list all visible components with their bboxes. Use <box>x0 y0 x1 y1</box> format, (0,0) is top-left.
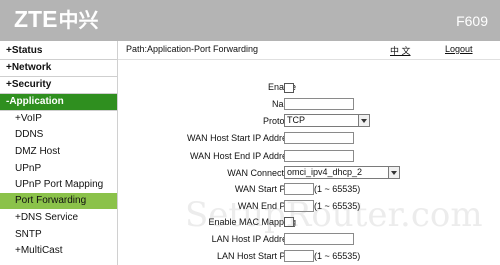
sidebar-item-sntp[interactable]: SNTP <box>0 227 117 243</box>
header-bar: ZTE中兴 F609 <box>0 0 500 41</box>
wan-connection-selected-value: omci_ipv4_dhcp_2 <box>287 167 363 177</box>
protocol-selected-value: TCP <box>287 115 305 125</box>
lan-host-start-port-input[interactable] <box>284 250 314 262</box>
lan-host-ip-input[interactable] <box>284 233 354 245</box>
sidebar-item-label: UPnP <box>15 163 42 174</box>
sidebar-item-status[interactable]: +Status <box>0 43 117 60</box>
sidebar-item-dmz-host[interactable]: DMZ Host <box>0 144 117 160</box>
wan-start-port-range-hint: (1 ~ 65535) <box>314 184 361 194</box>
wan-host-end-ip-label: WAN Host End IP Address <box>189 151 296 161</box>
language-switch-link[interactable]: 中 文 <box>390 44 411 57</box>
sidebar-item-upnp-port-mapping[interactable]: UPnP Port Mapping <box>0 177 117 193</box>
sidebar-item-label: DMZ Host <box>15 146 60 157</box>
wan-host-start-ip-input[interactable] <box>284 132 354 144</box>
sidebar-item-label: +DNS Service <box>15 212 79 223</box>
sidebar-item-security[interactable]: +Security <box>0 77 117 94</box>
sidebar-item-label: +MultiCast <box>15 245 63 256</box>
wan-host-end-ip-input[interactable] <box>284 150 354 162</box>
sidebar-item-label: SNTP <box>15 229 42 240</box>
sidebar-item-upnp[interactable]: UPnP <box>0 161 117 177</box>
sidebar-item-multicast[interactable]: +MultiCast <box>0 243 117 259</box>
zte-logo: ZTE中兴 <box>14 6 98 34</box>
name-input[interactable] <box>284 98 354 110</box>
device-model: F609 <box>456 13 488 29</box>
enable-mac-mapping-checkbox[interactable] <box>284 217 294 227</box>
protocol-select[interactable]: TCP <box>284 114 370 127</box>
sidebar-item-label: +Network <box>6 62 52 73</box>
wan-start-port-input[interactable] <box>284 183 314 195</box>
port-forwarding-form: Enable Name Protocol TCP WAN Host Start … <box>118 60 500 265</box>
logo-chinese: 中兴 <box>58 10 99 32</box>
sidebar: +Status +Network +Security -Application … <box>0 41 118 265</box>
sidebar-item-label: +Status <box>6 45 43 56</box>
wan-host-start-ip-label: WAN Host Start IP Address <box>186 133 296 143</box>
path-bar: Path:Application-Port Forwarding 中 文 Log… <box>118 41 500 60</box>
sidebar-item-label: +VoIP <box>15 113 42 124</box>
enable-mac-mapping-label: Enable MAC Mapping <box>208 217 296 227</box>
chevron-down-icon <box>388 167 399 178</box>
sidebar-item-label: +Security <box>6 79 52 90</box>
sidebar-item-port-forwarding[interactable]: Port Forwarding <box>0 193 117 209</box>
chevron-down-icon <box>358 115 369 126</box>
breadcrumb: Path:Application-Port Forwarding <box>126 44 259 54</box>
logo-latin: ZTE <box>14 6 58 32</box>
sidebar-item-label: Port Forwarding <box>15 195 87 206</box>
wan-connection-select[interactable]: omci_ipv4_dhcp_2 <box>284 166 400 179</box>
wan-end-port-range-hint: (1 ~ 65535) <box>314 201 361 211</box>
sidebar-item-application[interactable]: -Application <box>0 94 117 111</box>
sidebar-item-label: -Application <box>6 96 64 107</box>
sidebar-item-label: UPnP Port Mapping <box>15 179 104 190</box>
sidebar-item-ddns[interactable]: DDNS <box>0 127 117 143</box>
logout-link[interactable]: Logout <box>445 44 473 54</box>
enable-checkbox[interactable] <box>284 83 294 93</box>
sidebar-item-voip[interactable]: +VoIP <box>0 111 117 127</box>
sidebar-item-label: DDNS <box>15 129 44 140</box>
wan-end-port-input[interactable] <box>284 200 314 212</box>
lan-host-start-port-range-hint: (1 ~ 65535) <box>314 251 361 261</box>
sidebar-item-network[interactable]: +Network <box>0 60 117 77</box>
sidebar-item-dns-service[interactable]: +DNS Service <box>0 210 117 226</box>
